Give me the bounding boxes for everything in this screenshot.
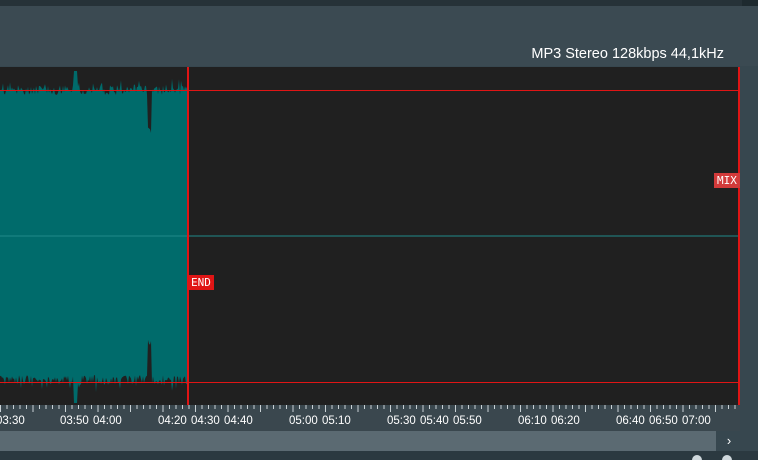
- end-marker-tag[interactable]: END: [188, 275, 214, 290]
- time-label: 06:50: [649, 415, 678, 427]
- time-label: 05:10: [322, 415, 351, 427]
- waveform-fill: [0, 71, 187, 403]
- bottom-control-icon: [722, 455, 732, 460]
- time-label: 06:20: [551, 415, 580, 427]
- time-label: 05:00: [289, 415, 318, 427]
- audio-format-info: MP3 Stereo 128kbps 44,1kHz: [531, 46, 724, 62]
- time-label: 03:50: [60, 415, 89, 427]
- horizontal-scrollbar[interactable]: [0, 431, 716, 451]
- time-label: 07:00: [682, 415, 711, 427]
- waveform-svg[interactable]: [0, 67, 740, 405]
- timeline-ruler[interactable]: 03:30 03:50 04:00 04:20 04:30 04:40 05:0…: [0, 405, 740, 431]
- chevron-right-icon: ›: [726, 433, 732, 448]
- time-label: 04:00: [93, 415, 122, 427]
- time-label: 04:20: [158, 415, 187, 427]
- time-label: 04:30: [191, 415, 220, 427]
- time-label: 05:50: [453, 415, 482, 427]
- time-label: 06:40: [616, 415, 645, 427]
- bottom-strip: [0, 451, 758, 460]
- time-label: 04:40: [224, 415, 253, 427]
- time-label: 05:40: [420, 415, 449, 427]
- scroll-right-button[interactable]: ›: [716, 431, 742, 451]
- mix-marker-tag[interactable]: MIX: [714, 173, 740, 188]
- time-label: 05:30: [387, 415, 416, 427]
- time-label: 06:10: [518, 415, 547, 427]
- waveform-panel[interactable]: END MIX: [0, 67, 740, 405]
- editor-header: MP3 Stereo 128kbps 44,1kHz: [0, 6, 758, 66]
- time-label: 03:30: [0, 415, 25, 427]
- bottom-control-icon: [692, 455, 702, 460]
